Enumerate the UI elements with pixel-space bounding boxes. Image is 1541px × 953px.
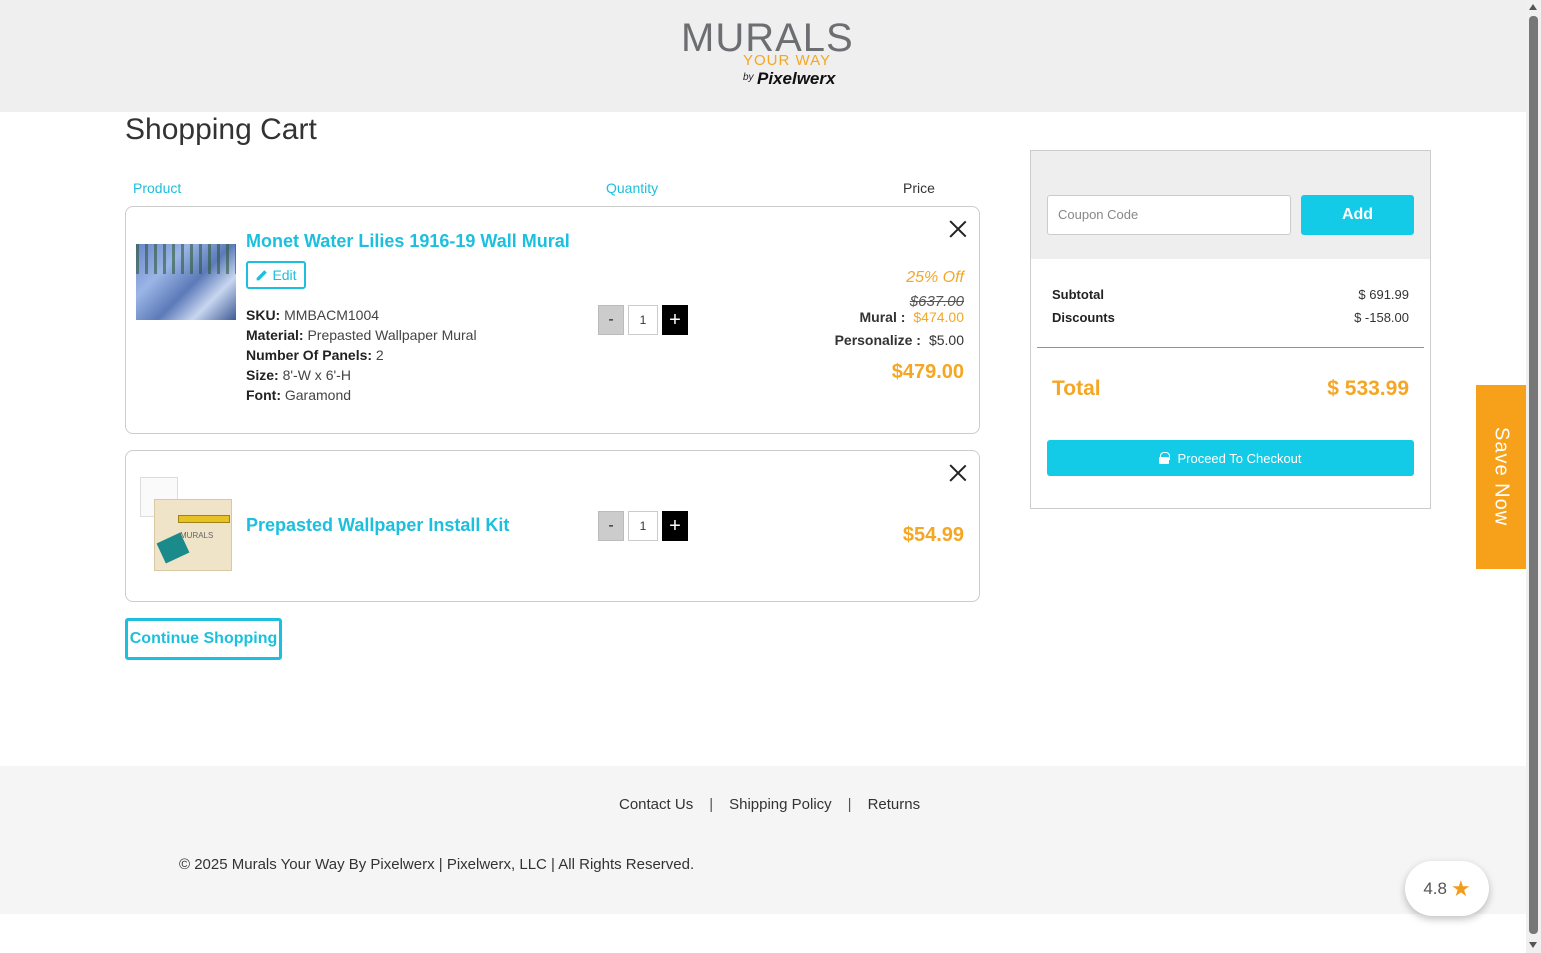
discounts-row: Discounts $ -158.00 [1052,310,1409,325]
personalize-price-value: $5.00 [928,332,964,348]
remove-item-icon[interactable] [948,219,968,239]
spec-value: 2 [375,347,384,363]
column-header-price: Price [903,180,935,196]
save-now-label: Save Now [1490,427,1513,527]
item-total-price: $54.99 [902,524,964,546]
discounts-label: Discounts [1052,310,1115,325]
total-value: $ 533.99 [1327,377,1409,400]
product-specs: SKU: MMBACM1004 Material: Prepasted Wall… [246,305,477,405]
logo-by-text: by [743,72,754,83]
site-footer: Contact Us | Shipping Policy | Returns ©… [0,766,1526,914]
rating-badge[interactable]: 4.8 ★ [1405,861,1489,916]
save-now-tab[interactable]: Save Now [1476,385,1526,569]
cart-item: Monet Water Lilies 1916-19 Wall Mural Ed… [125,206,980,434]
mural-price-value: $474.00 [913,309,964,325]
spec-label: Font: [246,387,281,403]
coupon-area: Coupon Code Add [1031,151,1430,259]
footer-link-shipping-policy[interactable]: Shipping Policy [729,796,832,813]
item-total-price: $479.00 [891,361,964,383]
column-header-quantity: Quantity [606,180,659,196]
spec-value: 8'-W x 6'-H [282,367,351,383]
product-name-link[interactable]: Prepasted Wallpaper Install Kit [246,515,509,536]
spec-panels: Number Of Panels: 2 [246,345,477,365]
mural-price-row: Mural : $474.00 [860,309,965,325]
star-icon: ★ [1450,875,1471,901]
subtotal-label: Subtotal [1052,287,1104,302]
quantity-decrease-button[interactable]: - [598,305,624,335]
kit-level-graphic [178,515,230,523]
page: MURALS YOUR WAY by Pixelwerx Shopping Ca… [0,0,1526,953]
spec-label: Material: [246,327,304,343]
personalize-price-row: Personalize : $5.00 [835,332,964,348]
remove-item-icon[interactable] [948,463,968,483]
spec-value: MMBACM1004 [284,307,380,323]
footer-link-contact-us[interactable]: Contact Us [619,796,693,813]
site-header: MURALS YOUR WAY by Pixelwerx [0,0,1526,112]
edit-button[interactable]: Edit [246,261,306,289]
total-row: Total $ 533.99 [1052,377,1409,401]
rating-value: 4.8 [1423,878,1447,898]
page-title: Shopping Cart [125,113,317,146]
product-thumbnail[interactable]: MURALS [136,477,234,575]
logo-sub-text: YOUR WAY [743,52,832,69]
copyright-text: © 2025 Murals Your Way By Pixelwerx | Pi… [179,856,695,873]
quantity-input[interactable]: 1 [628,511,658,541]
scroll-down-arrow-icon[interactable] [1529,942,1537,948]
subtotal-row: Subtotal $ 691.99 [1052,287,1409,302]
coupon-code-input[interactable]: Coupon Code [1047,195,1291,235]
column-header-product: Product [133,180,182,196]
discounts-value: $ -158.00 [1354,310,1409,325]
total-label: Total [1052,377,1101,400]
summary-divider [1037,347,1424,348]
original-price: $637.00 [909,293,964,310]
footer-link-returns[interactable]: Returns [868,796,921,813]
quantity-increase-button[interactable]: + [662,305,688,335]
continue-shopping-button[interactable]: Continue Shopping [125,618,282,660]
spec-size: Size: 8'-W x 6'-H [246,365,477,385]
scrollbar-thumb[interactable] [1529,16,1538,934]
site-logo[interactable]: MURALS YOUR WAY by Pixelwerx [681,18,853,92]
order-summary: Coupon Code Add Subtotal $ 691.99 Discou… [1030,150,1431,509]
footer-separator: | [709,796,714,813]
footer-links: Contact Us | Shipping Policy | Returns [619,796,920,813]
proceed-to-checkout-button[interactable]: Proceed To Checkout [1047,440,1414,476]
spec-label: Number Of Panels: [246,347,373,363]
spec-font: Font: Garamond [246,385,477,405]
spec-material: Material: Prepasted Wallpaper Mural [246,325,477,345]
product-name-link[interactable]: Monet Water Lilies 1916-19 Wall Mural [246,231,570,252]
lock-icon [1159,452,1171,464]
product-thumbnail[interactable] [136,244,236,320]
spec-label: Size: [246,367,279,383]
add-coupon-button[interactable]: Add [1301,195,1414,235]
spec-sku: SKU: MMBACM1004 [246,305,477,325]
scroll-up-arrow-icon[interactable] [1529,4,1537,10]
cart-item: MURALS Prepasted Wallpaper Install Kit -… [125,450,980,602]
discount-label: 25% Off [906,269,964,286]
footer-separator: | [847,796,852,813]
quantity-input[interactable]: 1 [628,305,658,335]
edit-label: Edit [272,267,297,283]
kit-box-label: MURALS [180,531,214,540]
vertical-scrollbar[interactable] [1526,0,1541,953]
pencil-icon [257,269,268,280]
quantity-increase-button[interactable]: + [662,511,688,541]
subtotal-value: $ 691.99 [1358,287,1409,302]
quantity-stepper: - 1 + [598,305,688,335]
spec-value: Prepasted Wallpaper Mural [307,327,477,343]
mural-price-label: Mural : [859,309,906,325]
logo-brand-text: Pixelwerx [757,69,836,88]
quantity-decrease-button[interactable]: - [598,511,624,541]
spec-value: Garamond [284,387,352,403]
spec-label: SKU: [246,307,281,323]
personalize-price-label: Personalize : [834,332,921,348]
quantity-stepper: - 1 + [598,511,688,541]
checkout-label: Proceed To Checkout [1177,450,1302,466]
